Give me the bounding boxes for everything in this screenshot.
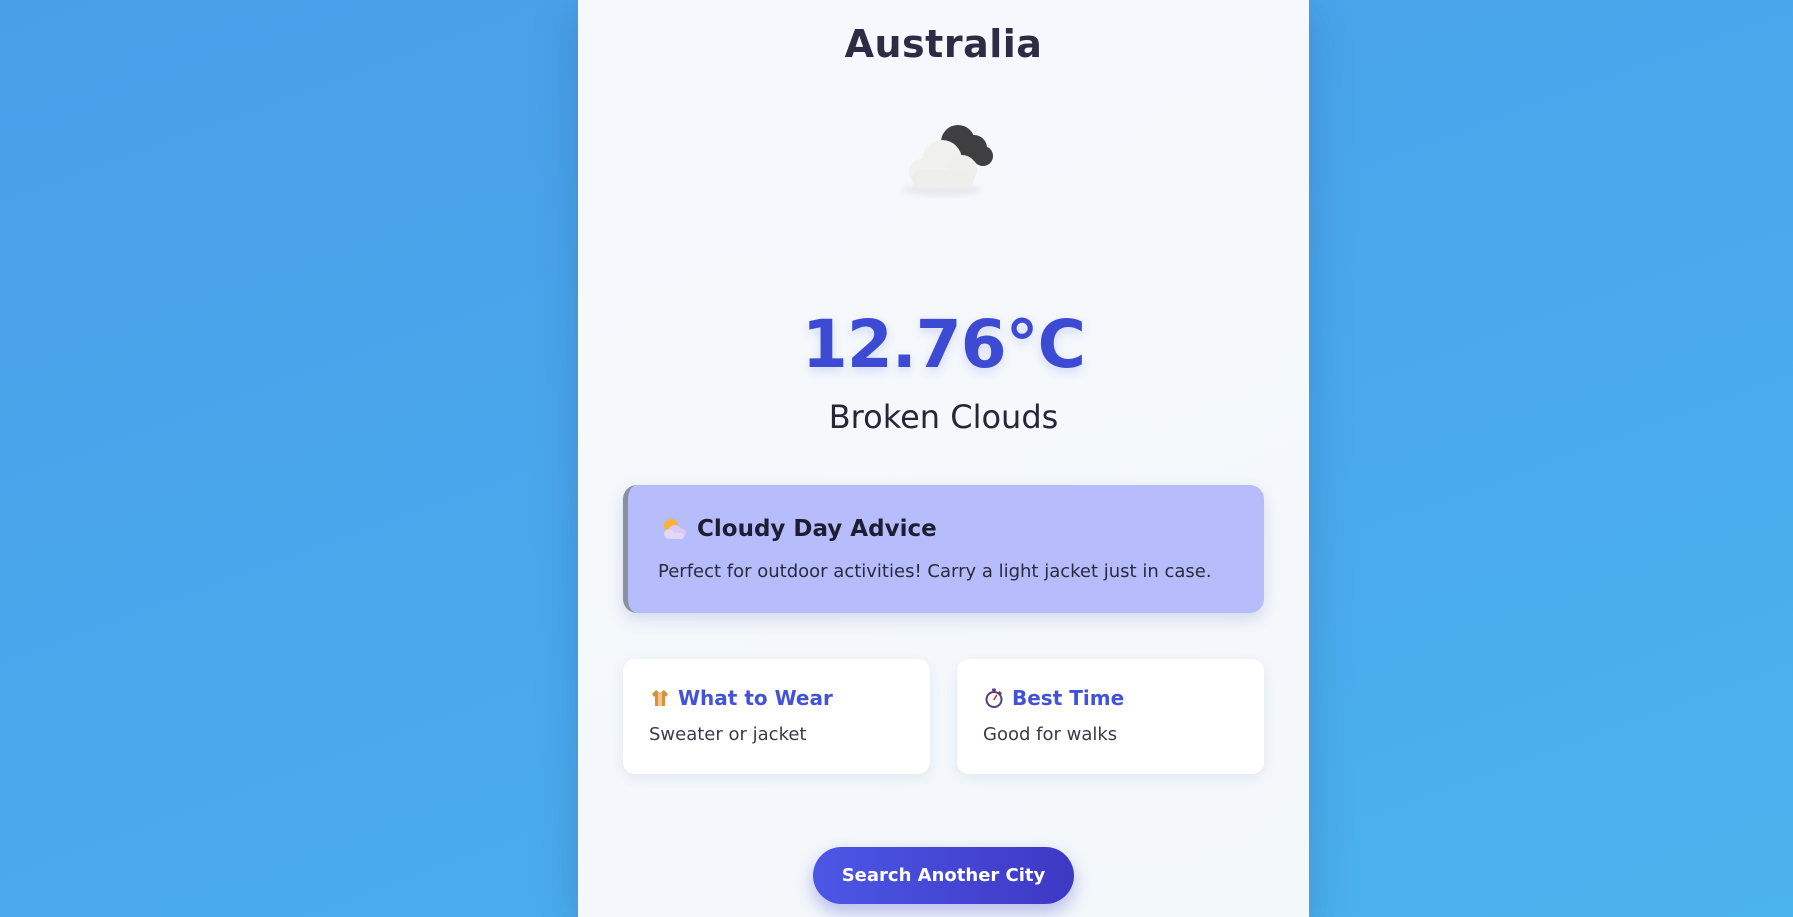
broken-clouds-icon (886, 112, 1006, 202)
advice-text: Perfect for outdoor activities! Carry a … (658, 561, 1212, 582)
coat-icon (650, 688, 670, 708)
weather-card: Australia 12.76°C Broken Clouds Cloudy D… (578, 0, 1309, 917)
what-to-wear-tile: What to Wear Sweater or jacket (623, 659, 930, 774)
advice-panel: Cloudy Day Advice Perfect for outdoor ac… (623, 485, 1264, 613)
advice-header: Cloudy Day Advice (661, 516, 937, 542)
weather-description: Broken Clouds (828, 398, 1059, 436)
stopwatch-icon (984, 688, 1004, 708)
sun-behind-cloud-icon (661, 517, 687, 541)
tile-header: What to Wear (650, 686, 833, 710)
search-another-city-button[interactable]: Search Another City (813, 847, 1074, 904)
best-time-tile: Best Time Good for walks (957, 659, 1264, 774)
tile-header: Best Time (984, 686, 1124, 710)
tile-title: What to Wear (678, 686, 833, 710)
tile-value: Sweater or jacket (649, 724, 807, 745)
city-name: Australia (844, 22, 1043, 66)
tile-value: Good for walks (983, 724, 1118, 745)
tile-title: Best Time (1012, 686, 1125, 710)
advice-title: Cloudy Day Advice (697, 516, 937, 542)
temperature: 12.76°C (801, 306, 1086, 383)
